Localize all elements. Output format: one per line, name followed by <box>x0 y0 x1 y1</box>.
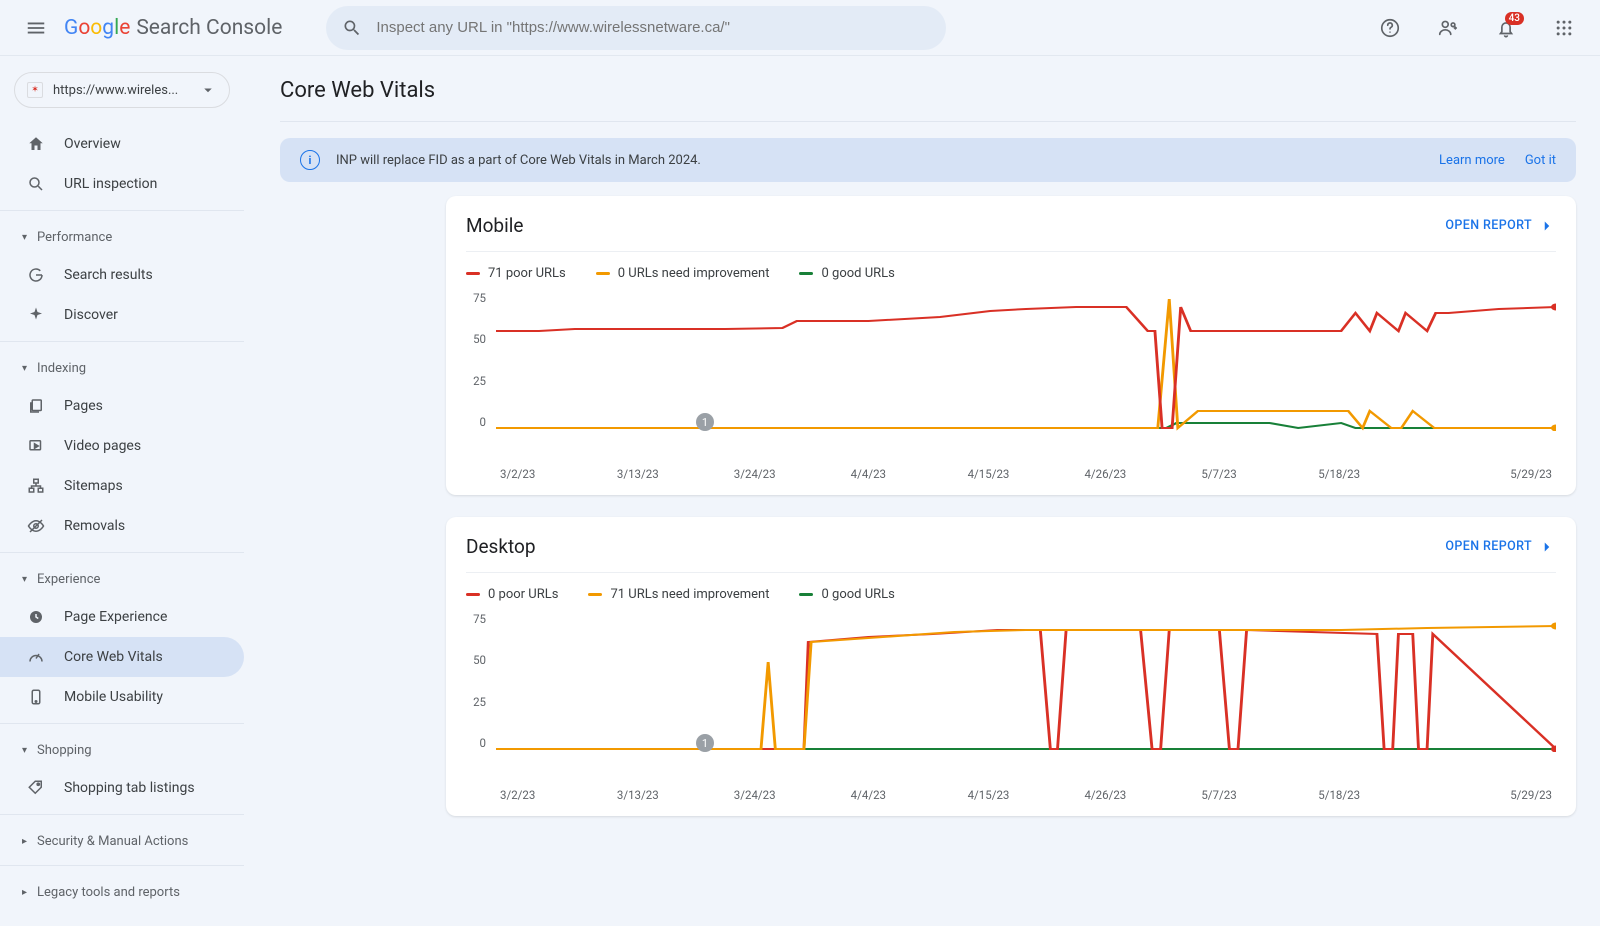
legend-desktop: 0 poor URLs 71 URLs need improvement 0 g… <box>466 573 1556 612</box>
chevron-right-icon <box>1538 217 1556 235</box>
sitemap-icon <box>26 476 46 496</box>
search-icon <box>342 18 362 38</box>
chart-svg <box>496 612 1556 752</box>
sidebar-item-discover[interactable]: Discover <box>0 295 244 335</box>
desktop-card: Desktop OPEN REPORT 0 poor URLs 71 URLs … <box>446 517 1576 816</box>
card-title-mobile: Mobile <box>466 214 523 237</box>
legend-poor: 0 poor URLs <box>466 587 558 602</box>
legend-good: 0 good URLs <box>799 266 894 281</box>
legend-mobile: 71 poor URLs 0 URLs need improvement 0 g… <box>466 252 1556 291</box>
chevron-down-icon: ▾ <box>22 232 27 243</box>
open-report-mobile[interactable]: OPEN REPORT <box>1445 217 1556 235</box>
apps-grid-icon <box>1554 18 1574 38</box>
sidebar-item-mobile-usability[interactable]: Mobile Usability <box>0 677 244 717</box>
legend-good: 0 good URLs <box>799 587 894 602</box>
sidebar-section-experience[interactable]: ▾Experience <box>12 561 244 597</box>
notifications-button[interactable]: 43 <box>1486 8 1526 48</box>
sidebar-item-overview[interactable]: Overview <box>0 124 244 164</box>
favicon-icon: ✶ <box>27 82 43 98</box>
accounts-button[interactable] <box>1428 8 1468 48</box>
url-search-bar[interactable] <box>326 6 946 50</box>
badge-icon <box>26 607 46 627</box>
sidebar-item-shopping-tab[interactable]: Shopping tab listings <box>0 768 244 808</box>
chart-svg <box>496 291 1556 431</box>
banner-got-it[interactable]: Got it <box>1525 153 1556 168</box>
sidebar-item-url-inspection[interactable]: URL inspection <box>0 164 244 204</box>
chart-event-marker[interactable]: 1 <box>696 734 714 752</box>
legend-need: 71 URLs need improvement <box>588 587 769 602</box>
x-axis: 3/2/233/13/233/24/234/4/234/15/234/26/23… <box>496 788 1556 802</box>
google-wordmark: Google <box>64 16 130 40</box>
apps-button[interactable] <box>1544 8 1584 48</box>
chart-event-marker[interactable]: 1 <box>696 413 714 431</box>
chevron-down-icon: ▾ <box>22 745 27 756</box>
info-banner: i INP will replace FID as a part of Core… <box>280 138 1576 182</box>
phone-icon <box>26 687 46 707</box>
chevron-down-icon <box>199 81 217 99</box>
sidebar-item-page-experience[interactable]: Page Experience <box>0 597 244 637</box>
chart-desktop: 7550250 1 <box>466 612 1556 802</box>
people-icon <box>1437 17 1459 39</box>
chevron-down-icon: ▾ <box>22 574 27 585</box>
sidebar-section-performance[interactable]: ▾Performance <box>12 219 244 255</box>
sidebar-section-shopping[interactable]: ▾Shopping <box>12 732 244 768</box>
help-button[interactable] <box>1370 8 1410 48</box>
google-g-icon <box>26 265 46 285</box>
home-icon <box>26 134 46 154</box>
video-icon <box>26 436 46 456</box>
speed-icon <box>26 647 46 667</box>
sidebar-item-video-pages[interactable]: Video pages <box>0 426 244 466</box>
eye-off-icon <box>26 516 46 536</box>
banner-learn-more[interactable]: Learn more <box>1439 153 1505 168</box>
product-name: Search Console <box>136 16 282 40</box>
sidebar-section-legacy[interactable]: ▸Legacy tools and reports <box>12 874 244 910</box>
sidebar: ✶ https://www.wireles... Overview URL in… <box>0 56 256 926</box>
chevron-right-icon: ▸ <box>22 836 27 847</box>
open-report-desktop[interactable]: OPEN REPORT <box>1445 538 1556 556</box>
property-selector[interactable]: ✶ https://www.wireles... <box>14 72 230 108</box>
y-axis: 7550250 <box>470 612 496 750</box>
menu-icon <box>25 17 47 39</box>
notification-badge: 43 <box>1505 12 1524 25</box>
search-icon <box>26 174 46 194</box>
sidebar-item-pages[interactable]: Pages <box>0 386 244 426</box>
sparkle-icon <box>26 305 46 325</box>
product-logo[interactable]: Google Search Console <box>64 16 282 40</box>
hamburger-menu[interactable] <box>16 8 56 48</box>
info-icon: i <box>300 150 320 170</box>
banner-text: INP will replace FID as a part of Core W… <box>336 153 701 168</box>
tag-icon <box>26 778 46 798</box>
search-input[interactable] <box>376 19 930 36</box>
sidebar-item-search-results[interactable]: Search results <box>0 255 244 295</box>
sidebar-section-security[interactable]: ▸Security & Manual Actions <box>12 823 244 859</box>
page-title: Core Web Vitals <box>280 56 1576 122</box>
chart-mobile: 7550250 1 <box>466 291 1556 481</box>
pages-icon <box>26 396 46 416</box>
chevron-down-icon: ▾ <box>22 363 27 374</box>
y-axis: 7550250 <box>470 291 496 429</box>
help-icon <box>1379 17 1401 39</box>
sidebar-item-removals[interactable]: Removals <box>0 506 244 546</box>
x-axis: 3/2/233/13/233/24/234/4/234/15/234/26/23… <box>496 467 1556 481</box>
sidebar-item-core-web-vitals[interactable]: Core Web Vitals <box>0 637 244 677</box>
mobile-card: Mobile OPEN REPORT 71 poor URLs 0 URLs n… <box>446 196 1576 495</box>
card-title-desktop: Desktop <box>466 535 536 558</box>
chevron-right-icon <box>1538 538 1556 556</box>
property-label: https://www.wireles... <box>53 83 199 98</box>
legend-need: 0 URLs need improvement <box>596 266 770 281</box>
sidebar-item-sitemaps[interactable]: Sitemaps <box>0 466 244 506</box>
legend-poor: 71 poor URLs <box>466 266 566 281</box>
chevron-right-icon: ▸ <box>22 887 27 898</box>
sidebar-section-indexing[interactable]: ▾Indexing <box>12 350 244 386</box>
